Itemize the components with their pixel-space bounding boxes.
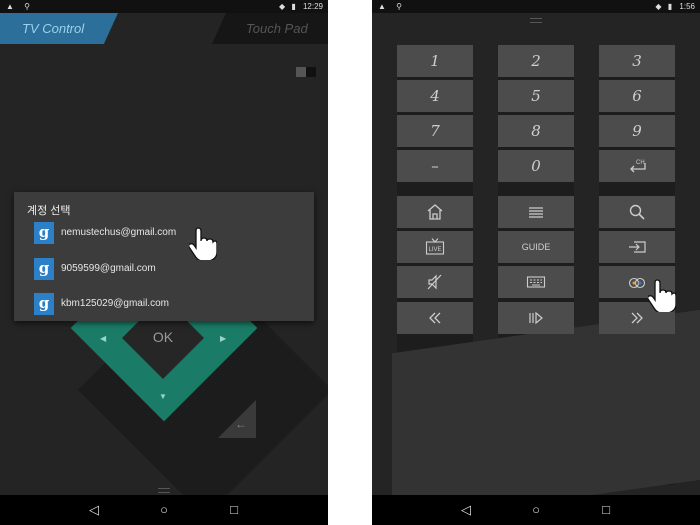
tab-touch-pad[interactable]: Touch Pad xyxy=(212,13,328,44)
guide-button[interactable]: GUIDE xyxy=(498,231,574,263)
rewind-button[interactable] xyxy=(397,302,473,334)
ch-return-icon: CH xyxy=(630,160,646,173)
status-bar: ▲ ⚲ ◆ ▮ 12:29 xyxy=(0,0,328,13)
key-5-button[interactable]: 5 xyxy=(498,80,574,112)
drawer-handle[interactable] xyxy=(158,488,170,493)
status-bar: ▲ ⚲ ◆ ▮ 1:56 xyxy=(372,0,700,13)
hand-pointer-icon xyxy=(648,279,676,312)
ok-button-label[interactable]: OK xyxy=(134,329,192,345)
status-right: ◆ ▮ 1:56 xyxy=(655,2,695,11)
dpad-left-icon[interactable]: ◀ xyxy=(100,334,106,343)
wifi-battery-icon: ◆ ▮ xyxy=(655,2,675,11)
wifi-battery-icon: ◆ ▮ xyxy=(278,2,298,11)
account-email: 9059599@gmail.com xyxy=(61,263,156,274)
voice-icon xyxy=(628,277,646,289)
search-button[interactable] xyxy=(599,196,675,228)
status-time: 1:56 xyxy=(679,2,695,11)
nav-home-icon[interactable]: ○ xyxy=(528,502,544,518)
mute-button[interactable] xyxy=(397,266,473,298)
keyboard-icon xyxy=(526,276,546,288)
live-label: LIVE xyxy=(429,247,442,253)
account-item[interactable]: g nemustechus@gmail.com xyxy=(34,220,304,246)
channel-return-button[interactable]: CH xyxy=(599,150,675,182)
google-icon: g xyxy=(34,222,54,244)
key-4-button[interactable]: 4 xyxy=(397,80,473,112)
menu-button[interactable] xyxy=(498,196,574,228)
nav-back-icon[interactable]: ◁ xyxy=(458,502,474,518)
settings-toggle-icon-part xyxy=(306,67,316,77)
key-2-button[interactable]: 2 xyxy=(498,45,574,77)
keyboard-button[interactable] xyxy=(498,266,574,298)
nav-home-icon[interactable]: ○ xyxy=(156,502,172,518)
back-arrow-icon[interactable]: ← xyxy=(235,417,247,431)
ch-label: CH xyxy=(636,160,645,166)
fast-forward-icon xyxy=(631,312,643,324)
nav-back-icon[interactable]: ◁ xyxy=(86,502,102,518)
hand-pointer-icon xyxy=(189,227,217,260)
status-notification-icons: ▲ ⚲ xyxy=(6,2,34,11)
nav-bar: ◁ ○ □ xyxy=(372,495,700,525)
home-icon xyxy=(427,204,443,220)
nav-bar: ◁ ○ □ xyxy=(0,495,328,525)
key-9-button[interactable]: 9 xyxy=(599,115,675,147)
key-7-button[interactable]: 7 xyxy=(397,115,473,147)
home-button[interactable] xyxy=(397,196,473,228)
live-tv-button[interactable]: LIVE xyxy=(397,231,473,263)
key-6-button[interactable]: 6 xyxy=(599,80,675,112)
rewind-icon xyxy=(429,312,441,324)
input-source-button[interactable] xyxy=(599,231,675,263)
status-time: 12:29 xyxy=(302,2,323,11)
google-icon: g xyxy=(34,258,54,280)
play-pause-button[interactable] xyxy=(498,302,574,334)
nav-recents-icon[interactable]: □ xyxy=(598,502,614,518)
account-item[interactable]: g kbm125029@gmail.com xyxy=(34,291,304,317)
right-phone-screen: ▲ ⚲ ◆ ▮ 1:56 1 2 3 4 5 6 7 8 9 – 0 CH LI… xyxy=(372,0,700,525)
key-8-button[interactable]: 8 xyxy=(498,115,574,147)
key-dash-button[interactable]: – xyxy=(397,150,473,182)
key-3-button[interactable]: 3 xyxy=(599,45,675,77)
search-icon xyxy=(629,204,645,220)
menu-icon xyxy=(529,207,543,218)
left-phone-screen: ▲ ⚲ ◆ ▮ 12:29 TV Control Touch Pad OK ◀ … xyxy=(0,0,328,525)
play-pause-icon xyxy=(529,311,543,325)
live-tv-icon: LIVE xyxy=(425,238,445,255)
input-icon xyxy=(629,241,646,253)
account-email: nemustechus@gmail.com xyxy=(61,227,177,238)
google-icon: g xyxy=(34,293,54,315)
account-chooser-dialog: 계정 선택 g nemustechus@gmail.com g 9059599@… xyxy=(14,192,314,321)
tab-tv-control[interactable]: TV Control xyxy=(0,13,118,44)
dialog-title: 계정 선택 xyxy=(27,205,71,217)
key-0-button[interactable]: 0 xyxy=(498,150,574,182)
mute-icon xyxy=(427,274,442,290)
nav-recents-icon[interactable]: □ xyxy=(226,502,242,518)
account-item[interactable]: g 9059599@gmail.com xyxy=(34,256,304,282)
settings-toggle-icon[interactable] xyxy=(296,67,306,77)
tab-bar: TV Control Touch Pad xyxy=(0,13,328,44)
key-1-button[interactable]: 1 xyxy=(397,45,473,77)
dpad-right-icon[interactable]: ▶ xyxy=(220,334,226,343)
drawer-handle[interactable] xyxy=(530,18,542,23)
status-right: ◆ ▮ 12:29 xyxy=(279,2,323,11)
dpad-down-icon[interactable]: ▼ xyxy=(159,392,167,401)
status-notification-icons: ▲ ⚲ xyxy=(378,2,406,11)
account-email: kbm125029@gmail.com xyxy=(61,298,169,309)
